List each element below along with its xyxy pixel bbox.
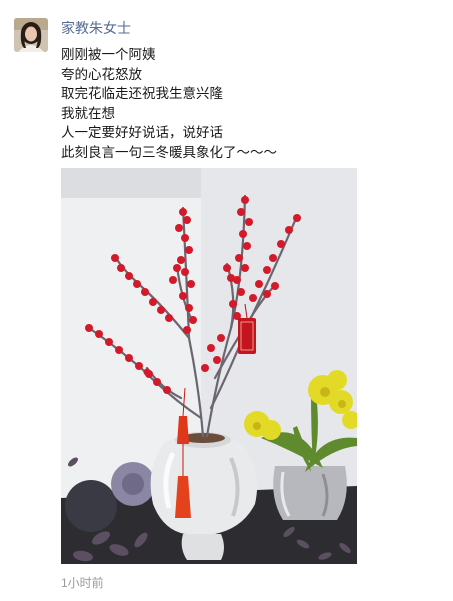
flower-vase-photo <box>61 168 357 564</box>
author-name[interactable]: 家教朱女士 <box>61 19 131 37</box>
post-text-line: 此刻良言一句三冬暖具象化了～～～ <box>61 144 277 160</box>
post-text-line: 人一定要好好说话，说好话 <box>61 125 223 140</box>
post-text-line: 取完花临走还祝我生意兴隆 <box>61 86 223 101</box>
avatar[interactable] <box>14 18 48 52</box>
post-text-line: 夸的心花怒放 <box>61 66 142 82</box>
moments-post: 家教朱女士 刚刚被一个阿姨 夸的心花怒放 取完花临走还祝我生意兴隆 我就在想 人… <box>0 0 453 601</box>
post-photo[interactable] <box>61 168 357 564</box>
post-text-line: 刚刚被一个阿姨 <box>61 47 156 62</box>
post-text-line: 我就在想 <box>61 105 115 121</box>
post-text: 刚刚被一个阿姨 夸的心花怒放 取完花临走还祝我生意兴隆 我就在想 人一定要好好说… <box>61 45 421 162</box>
avatar-image <box>14 18 48 52</box>
post-timestamp: 1小时前 <box>61 576 104 590</box>
